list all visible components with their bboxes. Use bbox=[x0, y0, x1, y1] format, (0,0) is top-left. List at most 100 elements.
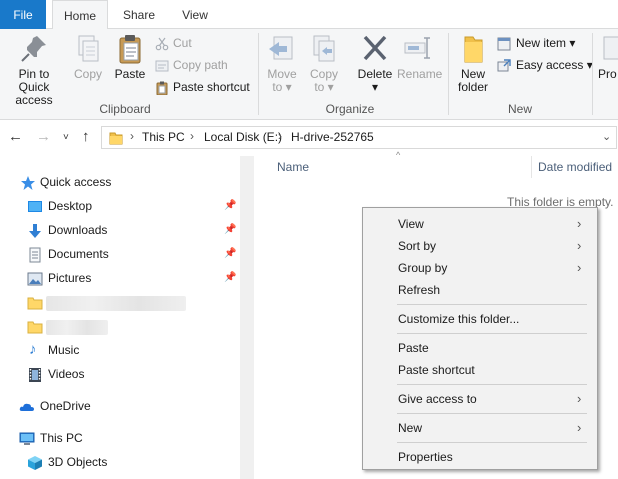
nav-item-documents[interactable]: Documents 📌 bbox=[0, 243, 240, 267]
nav-item-this-pc[interactable]: This PC bbox=[0, 427, 240, 451]
ribbon-divider bbox=[258, 33, 259, 115]
submenu-arrow-icon: › bbox=[577, 260, 582, 275]
breadcrumb-this-pc[interactable]: This PC bbox=[142, 130, 185, 144]
pane-splitter-scrollbar[interactable] bbox=[240, 156, 254, 479]
nav-item-label: Music bbox=[48, 343, 80, 357]
nav-item-label: This PC bbox=[40, 431, 83, 445]
clipboard-group-label: Clipboard bbox=[99, 102, 151, 116]
back-arrow-icon[interactable]: ← bbox=[8, 128, 23, 145]
menu-item-label: New bbox=[398, 421, 423, 435]
nav-item-downloads[interactable]: Downloads 📌 bbox=[0, 219, 240, 243]
menu-item-paste[interactable]: Paste bbox=[363, 337, 597, 359]
ribbon-tab-bar: File Home Share View bbox=[0, 0, 618, 30]
copy-button[interactable]: Copy bbox=[70, 33, 106, 81]
menu-separator bbox=[397, 384, 587, 385]
new-folder-button[interactable]: New folder bbox=[454, 33, 492, 94]
tab-share[interactable]: Share bbox=[114, 0, 164, 29]
forward-arrow-icon[interactable]: → bbox=[36, 128, 51, 145]
new-item-label: New item bbox=[516, 36, 567, 50]
new-item-icon bbox=[497, 37, 511, 51]
move-to-icon bbox=[269, 36, 293, 60]
menu-item-new[interactable]: New › bbox=[363, 417, 597, 439]
breadcrumb-separator-icon[interactable]: › bbox=[130, 129, 134, 143]
paste-shortcut-label: Paste shortcut bbox=[173, 80, 250, 94]
menu-item-give-access[interactable]: Give access to › bbox=[363, 388, 597, 410]
menu-separator bbox=[397, 333, 587, 334]
easy-access-button[interactable]: Easy access ▾ bbox=[497, 55, 593, 75]
rename-button[interactable]: Rename bbox=[397, 33, 443, 81]
menu-separator bbox=[397, 413, 587, 414]
tab-home[interactable]: Home bbox=[52, 0, 108, 30]
folder-icon bbox=[464, 36, 483, 63]
menu-separator bbox=[397, 304, 587, 305]
recent-locations-chevron-icon[interactable]: ˅ bbox=[63, 132, 69, 143]
nav-item-desktop[interactable]: Desktop 📌 bbox=[0, 195, 240, 219]
folder-icon bbox=[27, 297, 43, 310]
nav-item-label: Pictures bbox=[48, 271, 92, 285]
up-arrow-icon[interactable]: ↑ bbox=[82, 128, 90, 145]
obscured-label bbox=[46, 296, 186, 311]
delete-dropdown-arrow[interactable]: ▾ bbox=[354, 81, 396, 94]
submenu-arrow-icon: › bbox=[577, 216, 582, 231]
nav-item-label: Videos bbox=[48, 367, 85, 381]
copy-path-button[interactable]: Copy path bbox=[155, 55, 228, 75]
move-to-button[interactable]: Move to ▾ bbox=[264, 33, 300, 94]
column-divider[interactable] bbox=[531, 156, 532, 178]
nav-item-3d-objects[interactable]: 3D Objects bbox=[0, 451, 240, 475]
menu-item-sort-by[interactable]: Sort by › bbox=[363, 235, 597, 257]
submenu-arrow-icon: › bbox=[577, 238, 582, 253]
move-to-label-2: to ▾ bbox=[272, 80, 292, 94]
tab-view[interactable]: View bbox=[172, 0, 218, 29]
copy-path-icon bbox=[155, 60, 169, 72]
menu-item-properties[interactable]: Properties bbox=[363, 446, 597, 468]
address-bar[interactable]: › This PC › Local Disk (E:) › H-drive-25… bbox=[101, 126, 617, 149]
submenu-arrow-icon: › bbox=[577, 391, 582, 406]
nav-item-music[interactable]: ♪ Music bbox=[0, 339, 240, 363]
copy-to-label-2-text: to bbox=[314, 80, 325, 94]
nav-item-onedrive[interactable]: OneDrive bbox=[0, 395, 240, 419]
copy-icon bbox=[78, 35, 99, 62]
menu-item-label: Group by bbox=[398, 261, 448, 275]
menu-item-label: Give access to bbox=[398, 392, 477, 406]
address-dropdown-chevron-icon[interactable]: ⌄ bbox=[602, 130, 611, 143]
download-arrow-icon bbox=[29, 224, 41, 238]
column-header-date-modified[interactable]: Date modified bbox=[538, 160, 612, 174]
cut-button[interactable]: Cut bbox=[155, 33, 192, 53]
nav-item-videos[interactable]: Videos bbox=[0, 363, 240, 387]
delete-x-icon bbox=[363, 35, 387, 61]
breadcrumb-separator-icon[interactable]: › bbox=[278, 129, 282, 143]
cube-icon bbox=[28, 456, 42, 470]
breadcrumb-separator-icon[interactable]: › bbox=[190, 129, 194, 143]
menu-separator bbox=[397, 442, 587, 443]
breadcrumb-local-disk[interactable]: Local Disk (E:) bbox=[204, 130, 282, 144]
tab-file[interactable]: File bbox=[0, 0, 46, 29]
nav-item-pictures[interactable]: Pictures 📌 bbox=[0, 267, 240, 291]
menu-item-group-by[interactable]: Group by › bbox=[363, 257, 597, 279]
paste-shortcut-button[interactable]: Paste shortcut bbox=[155, 77, 250, 97]
nav-item-obscured-folder[interactable] bbox=[0, 291, 240, 315]
menu-item-label: Properties bbox=[398, 450, 453, 464]
copy-to-button[interactable]: Copy to ▾ bbox=[306, 33, 342, 94]
column-header-name[interactable]: Name bbox=[277, 160, 309, 174]
delete-button[interactable]: Delete ▾ bbox=[354, 33, 396, 94]
film-icon bbox=[29, 368, 41, 382]
submenu-arrow-icon: › bbox=[577, 420, 582, 435]
menu-item-label: Paste shortcut bbox=[398, 363, 475, 377]
properties-button[interactable]: Pro bbox=[598, 33, 618, 81]
folder-icon bbox=[109, 132, 123, 145]
nav-item-obscured-folder[interactable] bbox=[0, 315, 240, 339]
paste-button[interactable]: Paste bbox=[112, 33, 148, 81]
cloud-icon bbox=[19, 403, 34, 411]
breadcrumb-current-folder[interactable]: H-drive-252765 bbox=[291, 130, 374, 144]
rename-label: Rename bbox=[397, 67, 443, 81]
pin-to-quick-access-button[interactable]: Pin to Quick access bbox=[2, 33, 66, 107]
menu-item-paste-shortcut[interactable]: Paste shortcut bbox=[363, 359, 597, 381]
pin-icon: 📌 bbox=[224, 200, 237, 211]
menu-item-view[interactable]: View › bbox=[363, 213, 597, 235]
menu-item-refresh[interactable]: Refresh bbox=[363, 279, 597, 301]
menu-item-customize-folder[interactable]: Customize this folder... bbox=[363, 308, 597, 330]
nav-item-quick-access[interactable]: Quick access bbox=[0, 171, 240, 195]
copy-path-label: Copy path bbox=[173, 58, 228, 72]
new-item-button[interactable]: New item ▾ bbox=[497, 33, 575, 53]
nav-item-label: Documents bbox=[48, 247, 109, 261]
